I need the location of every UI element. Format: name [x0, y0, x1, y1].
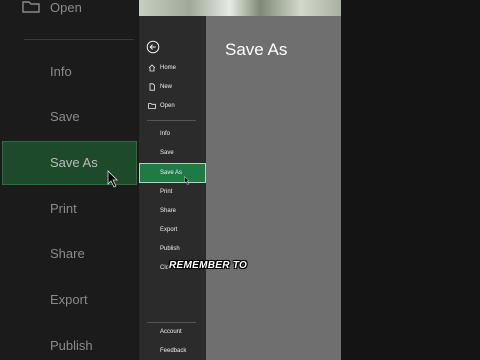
sidebar-item-info[interactable]: Info — [139, 125, 206, 143]
sidebar-item-label: Open — [160, 103, 175, 109]
sidebar-item-label: New — [160, 84, 173, 90]
backstage-main-pane — [206, 16, 341, 360]
bg-publish-label: Publish — [50, 338, 93, 353]
bg-open-label: Open — [50, 0, 82, 15]
new-document-icon — [149, 83, 155, 91]
sidebar-item-save-as[interactable]: Save As — [139, 163, 206, 183]
bg-print-label: Print — [50, 201, 77, 216]
sidebar-item-label: Share — [160, 208, 177, 214]
sidebar-item-open[interactable]: Open — [139, 97, 206, 115]
sidebar-item-export[interactable]: Export — [139, 221, 206, 239]
sidebar-item-label: Account — [160, 329, 182, 335]
folder-icon — [22, 1, 40, 13]
cursor-icon — [107, 170, 118, 188]
folder-open-icon — [148, 103, 156, 109]
sidebar-item-print[interactable]: Print — [139, 183, 206, 201]
sidebar-item-label: Publish — [160, 246, 180, 252]
sidebar-divider — [147, 120, 196, 121]
video-caption: REMEMBER TO — [169, 260, 248, 271]
sidebar-item-publish[interactable]: Publish — [139, 240, 206, 258]
sidebar-item-save[interactable]: Save — [139, 144, 206, 162]
back-arrow-icon[interactable] — [146, 40, 160, 54]
page-title: Save As — [225, 40, 288, 59]
sidebar-item-label: Home — [160, 65, 177, 71]
sidebar-item-feedback[interactable]: Feedback — [139, 342, 206, 360]
home-icon — [148, 64, 156, 72]
background-left-panel: Open Info Save Save As Print Share Expor… — [0, 0, 139, 360]
sidebar-item-label: Save As — [160, 170, 183, 176]
sidebar-item-new[interactable]: New — [139, 78, 206, 96]
bg-share-label: Share — [50, 246, 85, 261]
header-banner-image — [139, 0, 341, 16]
sidebar-item-account[interactable]: Account — [139, 323, 206, 341]
background-right-panel — [341, 0, 480, 360]
sidebar-item-label: Save — [160, 150, 174, 156]
bg-save-as-label: Save As — [50, 155, 98, 170]
sidebar-item-home[interactable]: Home — [139, 59, 206, 77]
bg-save-label: Save — [50, 109, 80, 124]
sidebar-item-label: Feedback — [160, 348, 187, 354]
sidebar-item-share[interactable]: Share — [139, 202, 206, 220]
bg-divider — [24, 39, 134, 40]
sidebar-item-label: Info — [160, 131, 171, 137]
sidebar-item-label: Export — [160, 227, 178, 233]
bg-export-label: Export — [50, 292, 88, 307]
bg-info-label: Info — [50, 64, 72, 79]
sidebar-item-label: Print — [160, 189, 173, 195]
